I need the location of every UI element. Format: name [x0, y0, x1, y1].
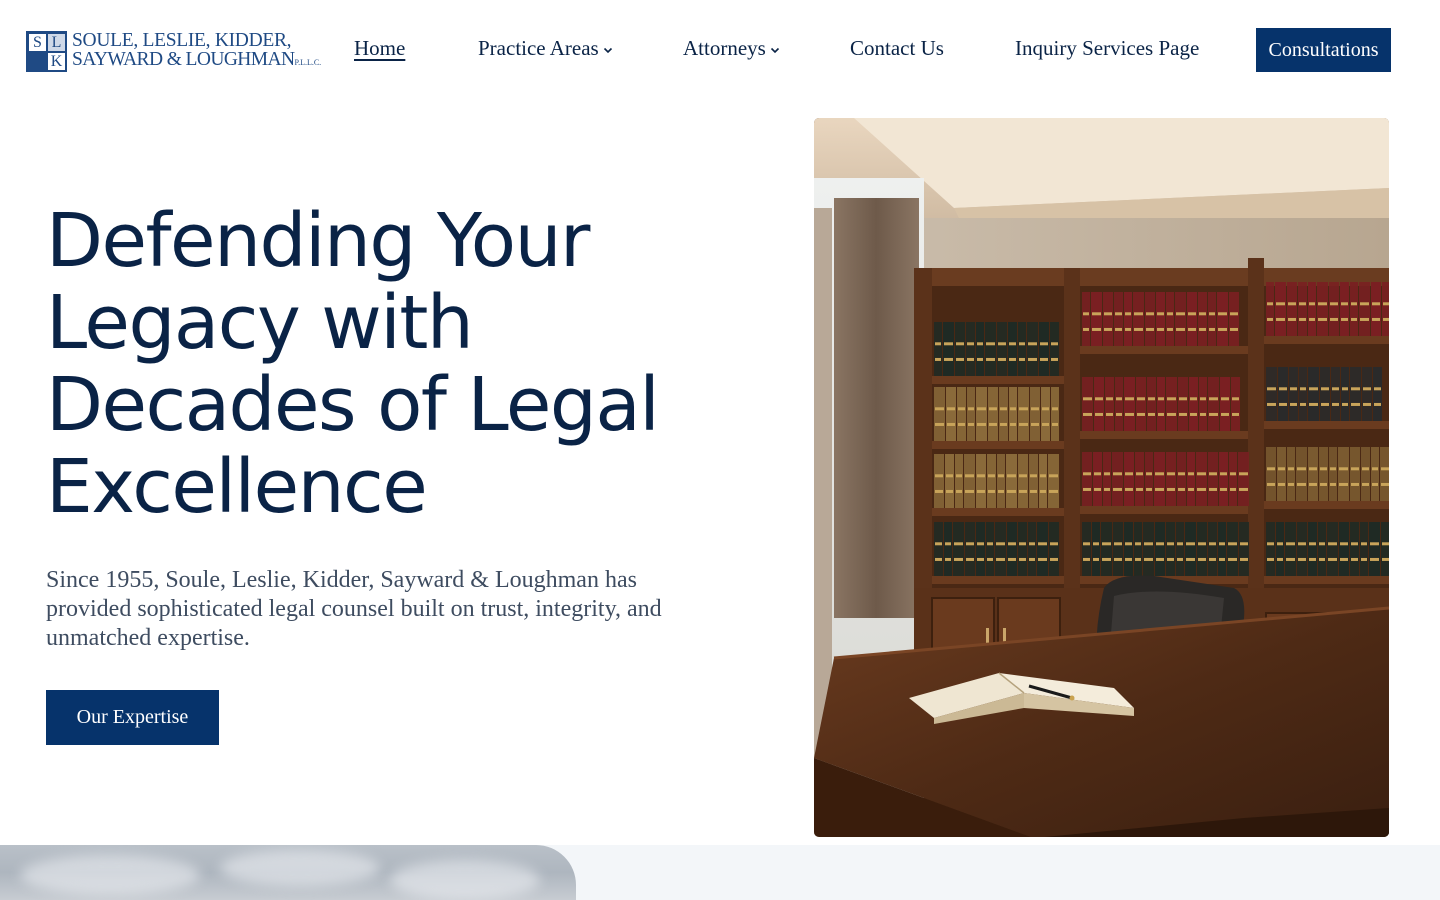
firm-logo[interactable]: S L K SOULE, LESLIE, KIDDER, SAYWARD & L… [26, 31, 321, 72]
hero-description: Since 1955, Soule, Leslie, Kidder, Saywa… [46, 567, 662, 651]
logo-line-2: SAYWARD & LOUGHMANP.L.L.C. [72, 50, 321, 72]
hero-title-line-2: Legacy with [46, 280, 474, 366]
consultations-button[interactable]: Consultations [1256, 28, 1391, 72]
nav-contact-us[interactable]: Contact Us [850, 36, 944, 61]
hero-title-line-4: Excellence [46, 444, 428, 530]
chevron-down-icon [770, 47, 779, 53]
logo-line-1: SOULE, LESLIE, KIDDER, [72, 30, 292, 51]
nav-practice-areas-label: Practice Areas [478, 36, 599, 60]
nav-attorneys-label: Attorneys [683, 36, 766, 60]
hero-title-line-3: Decades of Legal [46, 362, 660, 448]
site-header: S L K SOULE, LESLIE, KIDDER, SAYWARD & L… [0, 0, 1440, 100]
library-office-image [814, 118, 1389, 837]
logo-letter-l: L [47, 33, 66, 52]
logo-suffix: P.L.L.C. [294, 58, 322, 67]
library-illustration [814, 118, 1389, 837]
logo-letter-k: K [47, 52, 66, 71]
nav-practice-areas[interactable]: Practice Areas [478, 36, 614, 61]
nav-home-label: Home [354, 36, 406, 60]
nav-attorneys[interactable]: Attorneys [683, 36, 781, 61]
logo-block [28, 52, 47, 71]
logo-monogram: S L K [26, 31, 67, 72]
logo-line-2-text: SAYWARD & LOUGHMAN [72, 49, 295, 70]
hero-title: Defending Your Legacy with Decades of Le… [46, 200, 786, 528]
nav-inquiry-services[interactable]: Inquiry Services Page [1015, 36, 1199, 61]
nav-contact-us-label: Contact Us [850, 36, 944, 60]
nav-inquiry-services-label: Inquiry Services Page [1015, 36, 1200, 60]
hero-title-line-1: Defending Your [46, 198, 590, 284]
logo-wordmark: SOULE, LESLIE, KIDDER, SAYWARD & LOUGHMA… [72, 31, 321, 72]
our-expertise-button[interactable]: Our Expertise [46, 690, 219, 745]
next-section-image [0, 845, 576, 900]
chevron-down-icon [603, 47, 612, 53]
nav-home[interactable]: Home [354, 36, 405, 61]
logo-letter-s: S [28, 33, 47, 52]
